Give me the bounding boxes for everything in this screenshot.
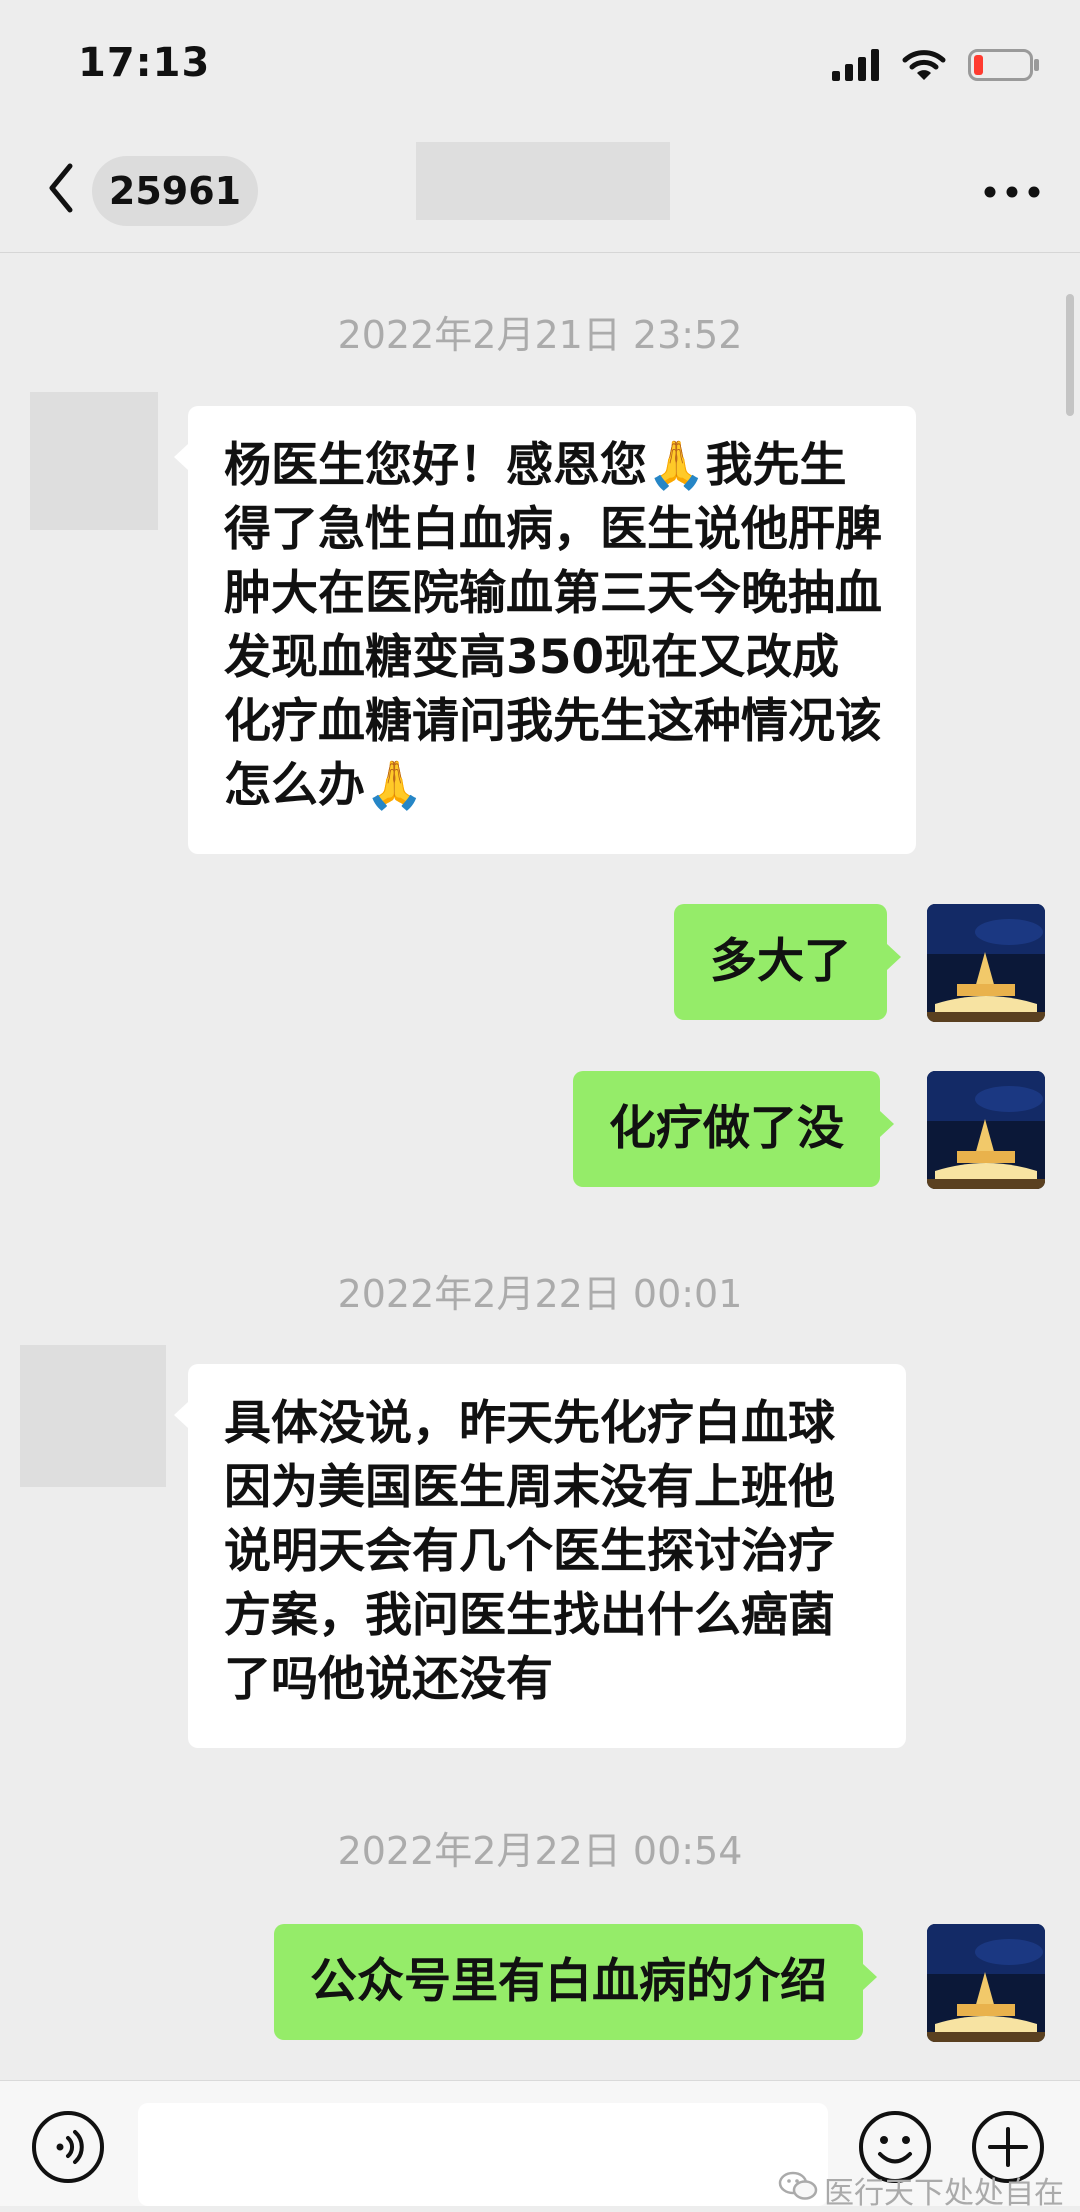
watermark: 医行天下处处自在 xyxy=(778,2168,1064,2212)
my-avatar[interactable] xyxy=(927,904,1045,1022)
message-timestamp: 2022年2月22日 00:01 xyxy=(337,1272,743,1316)
chat-header: 25961 xyxy=(0,130,1080,253)
outgoing-message-bubble[interactable]: 公众号里有白血病的介绍 xyxy=(274,1924,877,2040)
unread-count-badge[interactable]: 25961 xyxy=(92,156,258,226)
message-timestamp: 2022年2月22日 00:54 xyxy=(337,1829,743,1873)
incoming-message-bubble[interactable]: 具体没说，昨天先化疗白血球因为美国医生周末没有上班他说明天会有几个医生探讨治疗方… xyxy=(174,1364,906,1748)
wifi-icon xyxy=(902,48,946,86)
voice-icon[interactable] xyxy=(30,2109,106,2185)
more-horizontal-icon[interactable] xyxy=(982,172,1042,212)
status-time: 17:13 xyxy=(78,40,211,86)
chevron-left-icon[interactable] xyxy=(40,158,84,218)
outgoing-message-bubble[interactable]: 化疗做了没 xyxy=(573,1071,894,1187)
battery-low-icon xyxy=(968,49,1040,85)
sender-avatar[interactable] xyxy=(30,392,158,530)
message-input[interactable] xyxy=(138,2103,828,2206)
outgoing-message-bubble[interactable]: 多大了 xyxy=(674,904,901,1020)
message-timestamp: 2022年2月21日 23:52 xyxy=(337,313,743,357)
incoming-message-bubble[interactable]: 杨医生您好！感恩您🙏我先生得了急性白血病，医生说他肝脾肿大在医院输血第三天今晚抽… xyxy=(174,406,916,854)
wechat-icon xyxy=(778,2170,818,2210)
signal-icon xyxy=(832,49,880,85)
my-avatar[interactable] xyxy=(927,1924,1045,2042)
status-icons xyxy=(832,48,1040,86)
contact-name-redacted xyxy=(416,142,670,220)
watermark-text: 医行天下处处自在 xyxy=(824,2176,1064,2211)
my-avatar[interactable] xyxy=(927,1071,1045,1189)
status-bar: 17:13 xyxy=(0,0,1080,130)
sender-avatar[interactable] xyxy=(20,1345,166,1487)
